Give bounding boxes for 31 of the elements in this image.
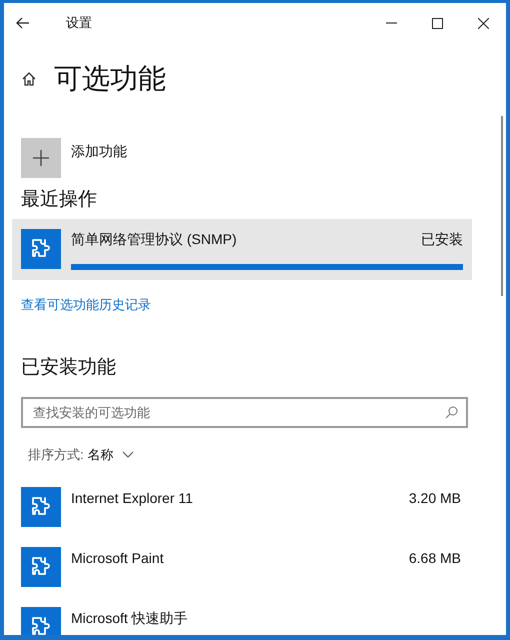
section-heading: 最近操作 — [21, 188, 98, 212]
puzzle-icon — [21, 547, 61, 587]
feature-name: Microsoft Paint — [71, 549, 165, 568]
history-link[interactable]: 查看可选功能历史记录 — [21, 294, 489, 314]
section-heading: 已安装功能 — [21, 356, 117, 380]
scrollbar[interactable] — [501, 116, 503, 296]
window-title: 设置 — [66, 14, 92, 32]
feature-name: Microsoft 快速助手 — [71, 609, 189, 628]
chevron-down-icon — [122, 450, 134, 458]
recent-action-row[interactable]: 简单网络管理协议 (SNMP) 已安装 — [12, 218, 472, 280]
installed-feature-row[interactable]: Internet Explorer 11 3.20 MB — [21, 487, 461, 527]
installed-feature-row[interactable]: Microsoft Paint 6.68 MB — [21, 547, 461, 587]
plus-icon — [21, 138, 61, 178]
back-arrow-icon — [16, 17, 30, 29]
page-title: 可选功能 — [54, 62, 166, 96]
installed-feature-row[interactable]: Microsoft 快速助手 — [21, 607, 461, 635]
feature-name: 简单网络管理协议 (SNMP) — [71, 230, 237, 249]
add-feature-button[interactable]: 添加功能 — [21, 138, 489, 178]
feature-name: Internet Explorer 11 — [71, 489, 194, 508]
search-icon[interactable] — [445, 406, 458, 418]
search-field[interactable]: 查找安装的可选功能 — [21, 396, 468, 428]
minimize-icon — [386, 22, 396, 24]
puzzle-icon — [21, 228, 61, 268]
sort-dropdown[interactable]: 排序方式: 名称 — [28, 444, 134, 464]
home-icon[interactable] — [21, 71, 37, 87]
puzzle-icon — [21, 487, 61, 527]
install-status: 已安装 — [421, 230, 463, 248]
feature-size: 6.68 MB — [408, 549, 461, 568]
maximize-icon — [432, 18, 442, 28]
close-icon — [478, 18, 488, 28]
feature-size: 3.20 MB — [408, 489, 461, 508]
